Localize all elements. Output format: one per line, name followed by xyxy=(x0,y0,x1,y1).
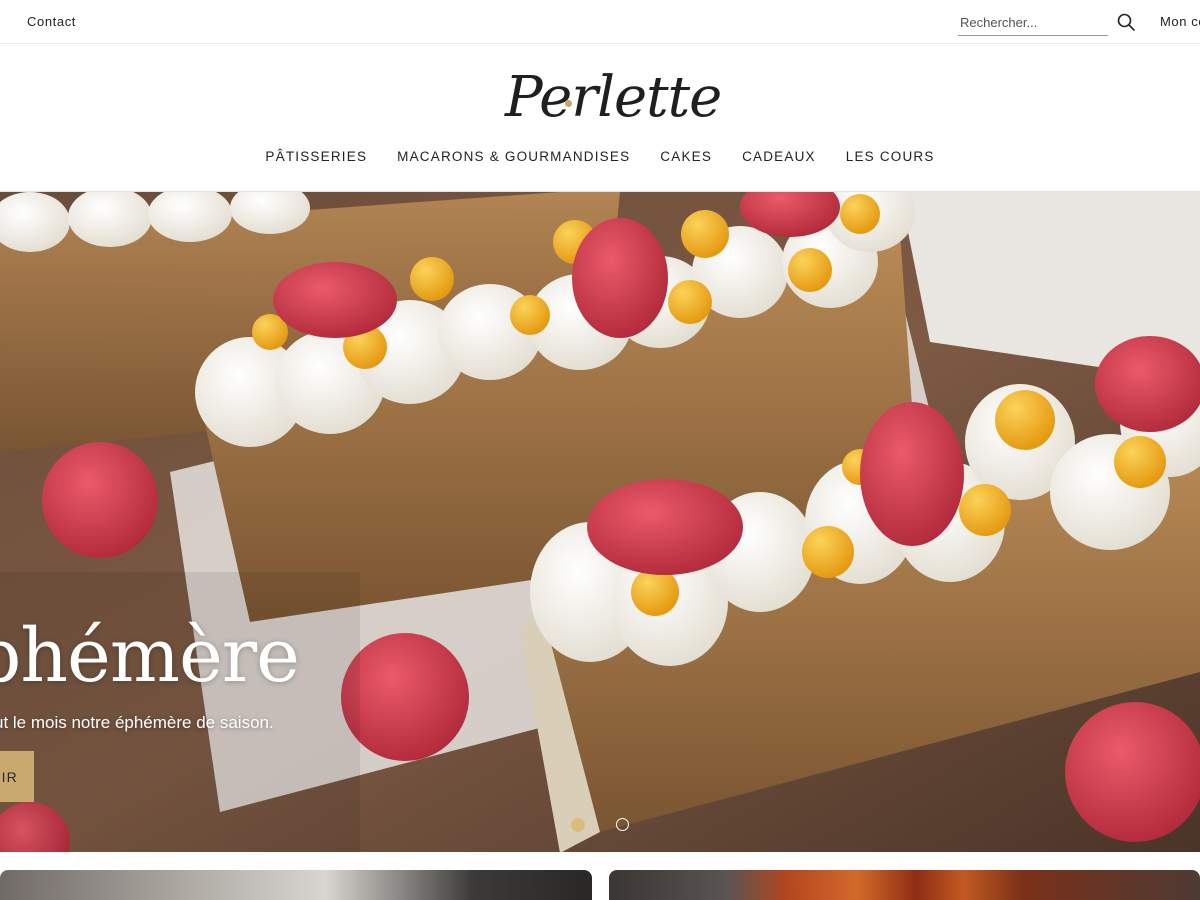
main-navigation: PÂTISSERIES MACARONS & GOURMANDISES CAKE… xyxy=(0,148,1200,168)
logo-wordmark: Perlette xyxy=(505,65,722,130)
contact-link[interactable]: Contact xyxy=(27,14,76,29)
hero-cta-button[interactable]: IR xyxy=(0,751,34,802)
slider-dot-2[interactable] xyxy=(616,818,629,831)
feature-card-left[interactable] xyxy=(0,870,592,900)
search-input[interactable] xyxy=(958,10,1108,34)
feature-card-right[interactable] xyxy=(609,870,1200,900)
search-icon[interactable] xyxy=(1116,12,1136,32)
hero-subtitle: ut le mois notre éphémère de saison. xyxy=(0,713,274,732)
brand-logo[interactable]: Perlette xyxy=(505,62,722,134)
nav-item-les-cours[interactable]: LES COURS xyxy=(846,148,935,168)
account-link[interactable]: Mon compte xyxy=(1160,14,1200,29)
hero-title: phémère xyxy=(0,613,300,699)
nav-item-macarons-gourmandises[interactable]: MACARONS & GOURMANDISES xyxy=(397,148,630,168)
hero-slider[interactable]: phémère ut le mois notre éphémère de sai… xyxy=(0,191,1200,852)
nav-item-cadeaux[interactable]: CADEAUX xyxy=(742,148,816,168)
search-icon-graphic xyxy=(1117,13,1135,31)
nav-item-cakes[interactable]: CAKES xyxy=(660,148,712,168)
hero-cake-photo xyxy=(0,192,1200,852)
search-field xyxy=(958,10,1108,36)
logo-gold-dot xyxy=(565,100,572,107)
top-utility-bar: Contact Mon compte xyxy=(0,0,1200,44)
nav-item-patisseries[interactable]: PÂTISSERIES xyxy=(265,148,367,168)
slider-dot-1[interactable] xyxy=(571,818,585,832)
